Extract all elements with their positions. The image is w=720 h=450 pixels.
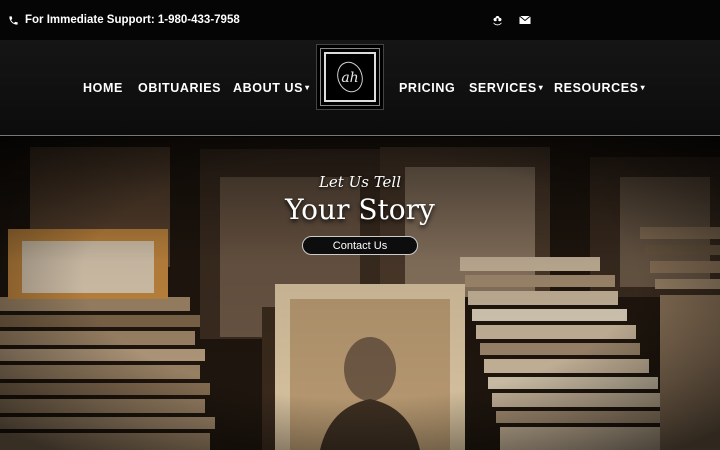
nav-home[interactable]: HOME [83,81,123,95]
logo-monogram: ah [337,61,363,93]
hero-banner: Let Us Tell Your Story Contact Us [0,137,720,450]
support-line[interactable]: For Immediate Support: 1-980-433-7958 [8,14,240,26]
phone-icon [9,15,18,25]
nav-home-label: HOME [83,81,123,95]
nav-about-us[interactable]: ABOUT US ▾ [233,81,310,95]
nav-obituaries[interactable]: OBITUARIES [138,81,221,95]
contact-us-button[interactable]: Contact Us [302,236,418,255]
nav-services[interactable]: SERVICES ▾ [469,81,543,95]
nav-obituaries-label: OBITUARIES [138,81,222,95]
flower-icon[interactable] [490,13,504,27]
logo-monogram-text: ah [341,70,358,86]
top-bar: For Immediate Support: 1-980-433-7958 [0,0,720,40]
nav-resources-label: RESOURCES [554,81,639,95]
support-text: For Immediate Support: 1-980-433-7958 [25,14,240,26]
chevron-down-icon: ▾ [538,83,544,92]
hero-title: Your Story [285,193,435,226]
nav-pricing-label: PRICING [399,81,456,95]
chevron-down-icon: ▾ [305,83,310,92]
top-icons [490,13,532,27]
chevron-down-icon: ▾ [640,83,646,92]
nav-about-label: ABOUT US [233,81,304,95]
logo-frame: ah [320,48,380,106]
hero-subtitle: Let Us Tell [318,173,402,191]
site-logo[interactable]: ah [316,44,384,110]
envelope-icon[interactable] [518,13,532,27]
nav-services-label: SERVICES [469,81,537,95]
nav-pricing[interactable]: PRICING [399,81,455,95]
nav-resources[interactable]: RESOURCES ▾ [554,81,645,95]
